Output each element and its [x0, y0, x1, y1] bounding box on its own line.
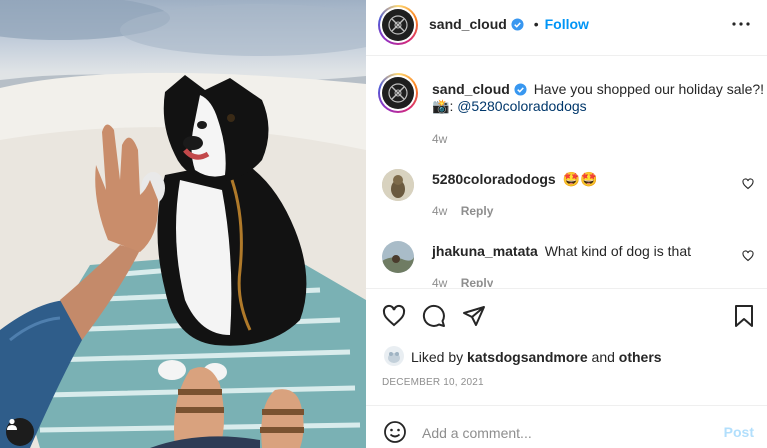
- post-comment-button[interactable]: Post: [724, 424, 754, 440]
- comment-meta: 4w Reply: [432, 204, 493, 218]
- verified-badge-icon: [514, 83, 527, 96]
- paper-plane-icon: [463, 306, 485, 326]
- comment-input[interactable]: Add a comment...: [422, 425, 532, 441]
- caption-avatar[interactable]: [378, 73, 418, 113]
- sand-cloud-logo-icon: [388, 83, 408, 103]
- comment-like-button[interactable]: [740, 248, 756, 264]
- post-photo[interactable]: [0, 0, 366, 448]
- dog-avatar-image: [382, 169, 414, 201]
- follow-button[interactable]: Follow: [545, 16, 589, 32]
- author-username[interactable]: sand_cloud: [429, 16, 507, 32]
- comment-timestamp[interactable]: 4w: [432, 204, 447, 218]
- photo-illustration: [0, 0, 366, 448]
- more-options-button[interactable]: [726, 14, 756, 34]
- landscape-avatar-image: [382, 241, 414, 273]
- reply-button[interactable]: Reply: [461, 204, 494, 218]
- caption-timestamp[interactable]: 4w: [432, 132, 447, 146]
- tagged-users-button[interactable]: [6, 418, 34, 446]
- likes-line: Liked by katsdogsandmore and others: [411, 349, 662, 365]
- comment-like-button[interactable]: [740, 176, 756, 192]
- share-button[interactable]: [460, 302, 488, 330]
- comment-meta: 4w Reply: [432, 276, 493, 287]
- caption-line: sand_cloud Have you shopped our holiday …: [432, 81, 764, 97]
- comment-button[interactable]: [420, 302, 448, 330]
- comment-username[interactable]: 5280coloradodogs: [432, 171, 556, 187]
- heart-icon: [742, 250, 754, 262]
- post-details-panel: sand_cloud • Follow sand_cloud Have you …: [366, 0, 767, 448]
- commenter-avatar[interactable]: [382, 241, 414, 273]
- emoji-button[interactable]: [382, 419, 408, 445]
- divider: [366, 55, 767, 56]
- author-avatar[interactable]: [378, 5, 418, 45]
- like-button[interactable]: [380, 302, 408, 330]
- comment-text: What kind of dog is that: [544, 243, 692, 259]
- heart-icon: [382, 304, 406, 327]
- verified-badge-icon: [511, 18, 524, 31]
- liked-by-and: and: [591, 349, 615, 365]
- caption-text: Have you shopped our holiday sale?!: [533, 81, 765, 97]
- more-horizontal-icon: [732, 22, 750, 26]
- liked-by-others-link[interactable]: others: [619, 349, 662, 365]
- comment-text: 🤩🤩: [562, 171, 598, 187]
- bookmark-icon: [735, 305, 753, 327]
- comment-line: jhakuna_matata What kind of dog is that: [432, 243, 691, 259]
- caption-mention-link[interactable]: @5280coloradodogs: [457, 98, 586, 114]
- comment-line: 5280coloradodogs 🤩🤩: [432, 171, 597, 188]
- separator-dot: •: [533, 16, 539, 32]
- liked-by-prefix: Liked by: [411, 349, 464, 365]
- divider: [366, 288, 767, 289]
- liked-by-username[interactable]: katsdogsandmore: [467, 349, 588, 365]
- comment-username[interactable]: jhakuna_matata: [432, 243, 538, 259]
- liker-avatar[interactable]: [384, 346, 404, 366]
- comment-icon: [422, 304, 445, 327]
- reply-button[interactable]: Reply: [461, 276, 494, 287]
- comment-timestamp[interactable]: 4w: [432, 276, 447, 287]
- caption-line-2: 📸: @5280coloradodogs: [432, 98, 587, 114]
- heart-icon: [742, 178, 754, 190]
- save-button[interactable]: [730, 302, 758, 330]
- sand-cloud-logo-icon: [388, 15, 408, 35]
- divider: [366, 405, 767, 406]
- user-icon: [7, 418, 17, 430]
- post-date[interactable]: DECEMBER 10, 2021: [382, 377, 484, 388]
- smiley-icon: [384, 421, 406, 443]
- commenter-avatar[interactable]: [382, 169, 414, 201]
- liker-avatar-image: [384, 346, 404, 366]
- caption-username[interactable]: sand_cloud: [432, 81, 510, 97]
- camera-emoji: 📸: [432, 98, 450, 114]
